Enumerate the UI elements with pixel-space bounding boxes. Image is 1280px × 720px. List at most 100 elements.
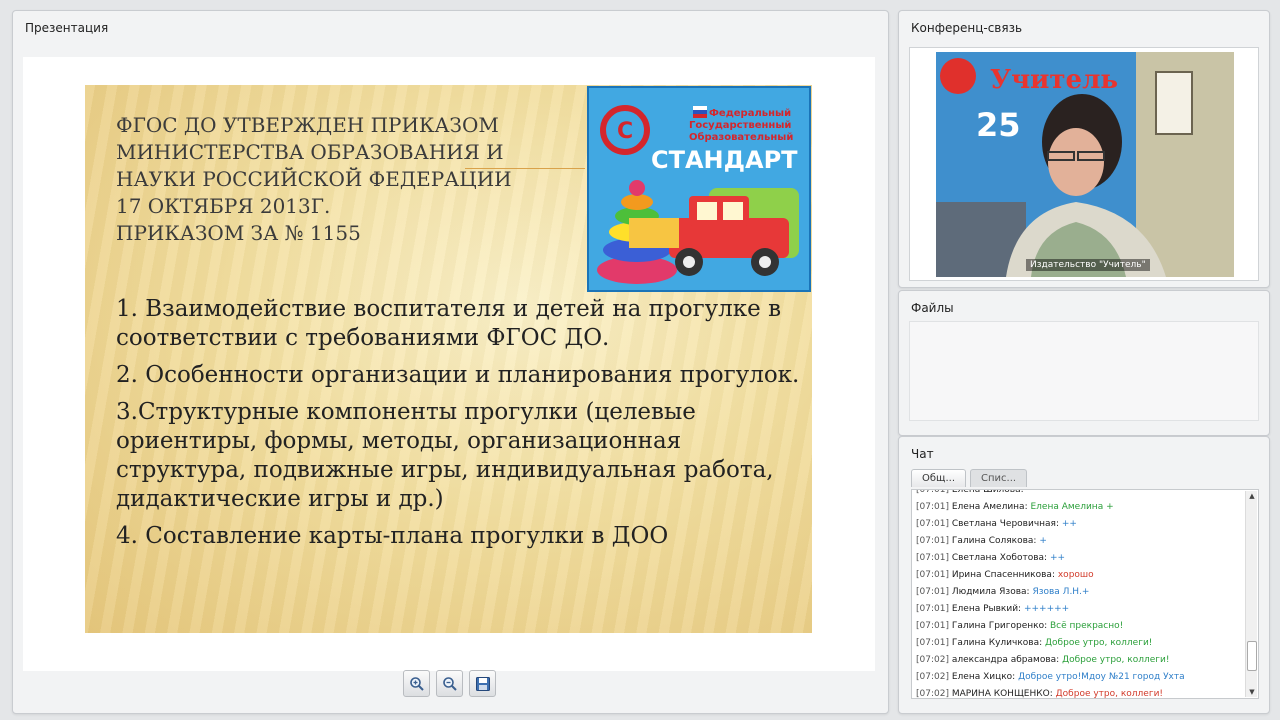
chat-message-time: [07:01] <box>916 553 949 563</box>
chat-message-user: Галина Солякова: <box>951 536 1037 546</box>
chat-message-time: [07:02] <box>916 655 949 665</box>
save-button[interactable] <box>469 670 496 697</box>
logo-line3: Образовательный <box>689 131 793 143</box>
video-stream[interactable]: Учитель 25 Издательство "Учитель" <box>936 52 1234 277</box>
chat-message: [07:01] Галина Григоренко: Всё прекрасно… <box>916 618 1242 635</box>
chat-message-user: Елена Хицко: <box>951 672 1016 682</box>
chat-message: [07:01] Галина Куличкова: Доброе утро, к… <box>916 635 1242 652</box>
conference-title: Конференц-связь <box>911 21 1023 35</box>
slide-topic-list: 1. Взаимодействие воспитателя и детей на… <box>116 295 806 559</box>
chat-message: [07:01] Людмила Язова: Язова Л.Н.+ <box>916 584 1242 601</box>
heading-line: приказом за № 1155 <box>116 221 361 245</box>
slide-heading: ФГОС ДО утвержден приказом министерства … <box>116 112 546 247</box>
presentation-toolbar <box>403 670 496 700</box>
chat-message: [07:02] МАРИНА КОНЩЕНКО: Доброе утро, ко… <box>916 686 1242 699</box>
chat-message-time: [07:01] <box>916 489 949 495</box>
chat-message-text: Доброе утро, коллеги! <box>1055 689 1164 699</box>
presentation-panel: Презентация ФГОС ДО утвержден приказом м… <box>12 10 889 714</box>
chat-message-user: Людмила Язова: <box>951 587 1030 597</box>
chat-message-text: ++++++ <box>1023 604 1070 614</box>
chat-message: [07:01] Елена Рывкий: ++++++ <box>916 601 1242 618</box>
chat-message-time: [07:02] <box>916 689 949 699</box>
video-frame-art: Учитель 25 <box>936 52 1234 277</box>
chat-message: [07:01] Галина Солякова: + <box>916 533 1242 550</box>
heading-line: ФГОС ДО утвержден приказом <box>116 113 499 137</box>
chat-message-user: Светлана Черовичная: <box>951 519 1059 529</box>
save-icon <box>475 676 490 691</box>
chat-message: [07:02] Елена Хицко: Доброе утро!Мдоу №2… <box>916 669 1242 686</box>
logo-line1: Федеральный <box>709 108 791 119</box>
chat-message-text: Язова Л.Н.+ <box>1032 587 1090 597</box>
logo-line2: Государственный <box>689 120 791 131</box>
logo-main-text: СТАНДАРТ <box>651 146 798 174</box>
chat-message: [07:01] Светлана Черовичная: ++ <box>916 516 1242 533</box>
presentation-title: Презентация <box>25 21 109 35</box>
chat-message-user: Елена Рывкий: <box>951 604 1022 614</box>
chat-message-time: [07:01] <box>916 502 949 512</box>
chat-message: [07:02] александра абрамова: Доброе утро… <box>916 652 1242 669</box>
scroll-down-icon[interactable]: ▼ <box>1246 687 1258 697</box>
chat-message-time: [07:02] <box>916 672 949 682</box>
chat-message-time: [07:01] <box>916 621 949 631</box>
chat-message-user: Галина Григоренко: <box>951 621 1048 631</box>
heading-divider <box>465 168 585 169</box>
chat-message-text: ++ <box>1061 519 1077 529</box>
fgos-standard-logo: C Федеральный Государственный Образовате… <box>587 86 811 292</box>
heading-line: министерства образования и <box>116 140 504 164</box>
zoom-in-button[interactable] <box>403 670 430 697</box>
chat-message-text: Всё прекрасно! <box>1049 621 1124 631</box>
chat-message-time: [07:01] <box>916 587 949 597</box>
chat-message-text: Доброе утро, коллеги! <box>1062 655 1170 665</box>
chat-message-text: хорошо <box>1057 570 1094 580</box>
zoom-out-icon <box>442 676 457 691</box>
chat-message-time: [07:01] <box>916 604 949 614</box>
chat-message-text: Доброе утро!Мдоу №21 город Ухта <box>1018 672 1185 682</box>
chat-message-user: Ирина Спасенникова: <box>951 570 1055 580</box>
files-title: Файлы <box>911 301 954 315</box>
chat-message-time: [07:01] <box>916 519 949 529</box>
chat-scrollbar[interactable]: ▲ ▼ <box>1245 491 1257 697</box>
chat-message: [07:01] Елена Амелина: Елена Амелина + <box>916 499 1242 516</box>
chat-message-user: Елена Шилова: <box>951 489 1024 495</box>
chat-message-text: Елена Амелина + <box>1030 502 1114 512</box>
chat-message-text: Доброе утро, коллеги! <box>1045 638 1153 648</box>
conference-panel: Конференц-связь Учитель 25 Издательство … <box>898 10 1270 288</box>
chat-message-text: ++ <box>1049 553 1066 563</box>
slide-topic-item: 1. Взаимодействие воспитателя и детей на… <box>116 296 782 351</box>
chat-message: [07:01] Елена Шилова: <box>916 489 1242 499</box>
chat-message-time: [07:01] <box>916 638 949 648</box>
chat-message-user: александра абрамова: <box>951 655 1060 665</box>
zoom-in-icon <box>409 676 424 691</box>
chat-message-list: [07:01] Елена Шилова: [07:01] Елена Амел… <box>916 489 1242 699</box>
slide-topic-item: 2. Особенности организации и планировани… <box>116 362 800 388</box>
chat-scroll-thumb[interactable] <box>1247 641 1257 671</box>
chat-messages[interactable]: [07:01] Елена Шилова: [07:01] Елена Амел… <box>911 489 1259 699</box>
slide-frame: ФГОС ДО утвержден приказом министерства … <box>23 57 875 671</box>
slide-topic-item: 3.Структурные компоненты прогулки (целев… <box>116 399 774 512</box>
video-banner-number: 25 <box>976 106 1021 144</box>
chat-message: [07:01] Ирина Спасенникова: хорошо <box>916 567 1242 584</box>
files-panel: Файлы <box>898 290 1270 436</box>
chat-message-user: МАРИНА КОНЩЕНКО: <box>951 689 1053 699</box>
heading-line: науки Российской федерации <box>116 167 512 191</box>
chat-message-user: Галина Куличкова: <box>951 638 1043 648</box>
chat-title: Чат <box>911 447 934 461</box>
zoom-out-button[interactable] <box>436 670 463 697</box>
svg-text:C: C <box>617 119 633 144</box>
files-list[interactable] <box>909 321 1259 421</box>
chat-message-time: [07:01] <box>916 570 949 580</box>
chat-tabs: Общ... Спис... <box>911 469 1028 487</box>
slide: ФГОС ДО утвержден приказом министерства … <box>85 85 812 633</box>
heading-line: 17 октября 2013г. <box>116 194 331 218</box>
tab-general[interactable]: Общ... <box>911 469 966 487</box>
video-banner-text: Учитель <box>990 65 1118 95</box>
chat-message: [07:01] Светлана Хоботова: ++ <box>916 550 1242 567</box>
scroll-up-icon[interactable]: ▲ <box>1246 491 1258 501</box>
chat-message-user: Елена Амелина: <box>951 502 1028 512</box>
chat-message-user: Светлана Хоботова: <box>951 553 1048 563</box>
video-frame: Учитель 25 Издательство "Учитель" <box>909 47 1259 281</box>
slide-topic-item: 4. Составление карты-плана прогулки в ДО… <box>116 523 669 549</box>
tab-participants[interactable]: Спис... <box>970 469 1028 487</box>
chat-message-time: [07:01] <box>916 536 949 546</box>
chat-panel: Чат Общ... Спис... [07:01] Елена Шилова:… <box>898 436 1270 714</box>
